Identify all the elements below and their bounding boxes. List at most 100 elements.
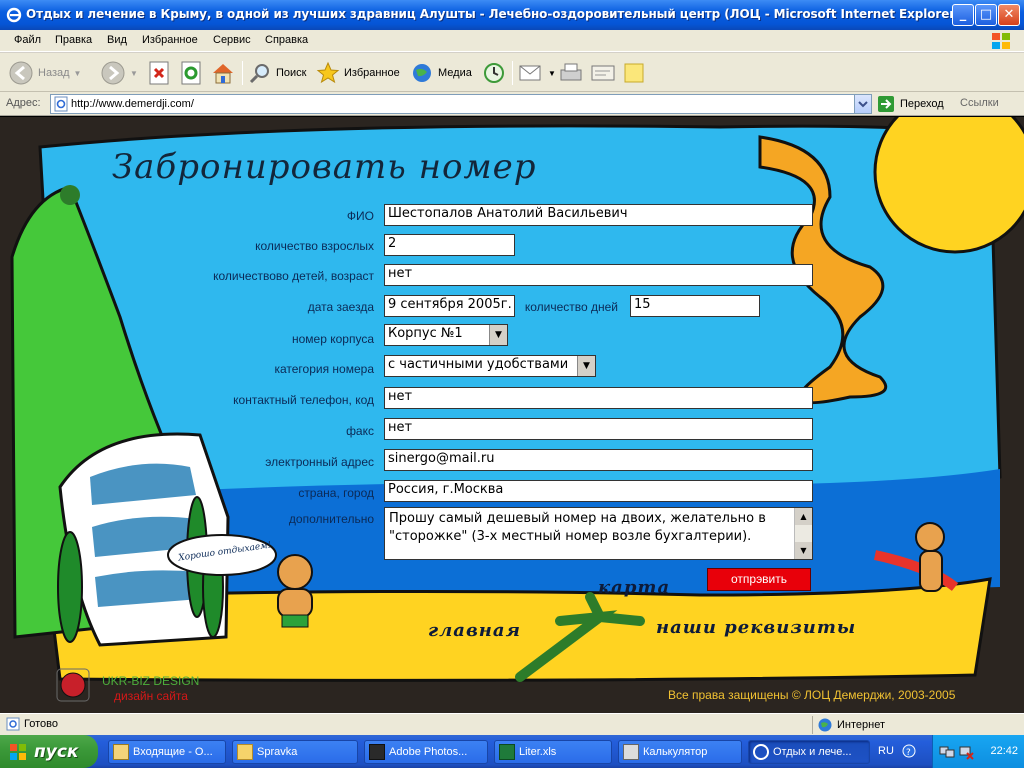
internet-globe-icon [818,718,832,732]
submit-button[interactable]: отпрэвить [707,568,811,591]
scroll-down-icon[interactable]: ▼ [795,542,812,559]
task-inbox[interactable]: Входящие - О... [108,740,226,764]
extra-label: дополнительно [288,512,374,526]
go-arrow-icon [878,96,894,112]
task-excel[interactable]: Liter.xls [494,740,612,764]
favorites-label: Избранное [344,67,400,79]
back-dropdown-icon[interactable]: ▼ [74,69,82,78]
fax-input[interactable]: нет [384,418,813,440]
mail-icon [519,65,541,81]
scroll-up-icon[interactable]: ▲ [795,508,812,525]
window-title-bar[interactable]: Отдых и лечение в Крыму, в одной из лучш… [0,0,1024,30]
designer-subtitle[interactable]: дизайн сайта [114,689,188,703]
nav-link-home[interactable]: главная [428,620,521,641]
status-text: Готово [24,718,58,730]
task-internet-explorer[interactable]: Отдых и лече... [748,740,870,764]
clock[interactable]: 22:42 [990,745,1018,757]
folder-icon [237,744,253,760]
network-icon[interactable] [939,744,955,760]
network-disconnected-icon[interactable] [959,744,975,760]
mail-dropdown-icon[interactable]: ▼ [548,69,556,78]
task-label: Входящие - О... [133,746,213,758]
arrival-date-input[interactable]: 9 сентября 2005г. [384,295,515,317]
mail-button[interactable]: ▼ [518,59,556,87]
menu-bar: Файл Правка Вид Избранное Сервис Справка [0,30,1024,52]
star-icon [316,61,340,84]
email-input[interactable]: sinergo@mail.ru [384,449,813,471]
menu-help[interactable]: Справка [265,34,308,46]
excel-icon [499,744,515,760]
task-label: Отдых и лече... [773,746,852,758]
close-button[interactable]: ✕ [998,4,1020,26]
windows-logo-icon [992,33,1010,49]
city-input[interactable]: Россия, г.Москва [384,480,813,502]
search-icon [249,64,269,84]
toolbar: Назад ▼ ▼ Поиск Избранное Медиа ▼ [0,52,1024,92]
go-button[interactable]: Переход [878,96,944,112]
language-indicator[interactable]: RU [878,745,894,757]
sticky-note-icon [624,63,644,83]
adults-input[interactable]: 2 [384,234,515,256]
photoshop-icon [369,744,385,760]
history-icon [484,63,504,83]
chevron-down-icon [858,101,868,108]
menu-view[interactable]: Вид [107,34,127,46]
address-input[interactable]: http://www.demerdji.com/ [50,94,872,114]
task-label: Калькулятор [643,746,708,758]
children-input[interactable]: нет [384,264,813,286]
favorites-button[interactable]: Избранное [316,59,400,87]
children-label: количествово детей, возраст [213,269,374,283]
back-button[interactable]: Назад ▼ [8,59,81,87]
search-button[interactable]: Поиск [248,59,306,87]
menu-favorites[interactable]: Избранное [142,34,198,46]
building-select[interactable]: Корпус №1 ▼ [384,324,508,346]
phone-input[interactable]: нет [384,387,813,409]
nav-link-details[interactable]: наши реквизиты [656,617,856,638]
forward-arrow-icon [101,61,125,85]
phone-label: контактный телефон, код [233,393,374,407]
category-label: категория номера [274,362,374,376]
menu-edit[interactable]: Правка [55,34,92,46]
search-label: Поиск [276,67,307,79]
page-title: Забронировать номер [112,147,537,187]
print-button[interactable] [558,59,584,87]
system-tray: 22:42 [932,735,1024,768]
menu-file[interactable]: Файл [14,34,41,46]
stop-button[interactable] [148,59,170,87]
task-spravka[interactable]: Spravka [232,740,358,764]
minimize-button[interactable]: _ [952,4,974,26]
designer-brand[interactable]: UKR-BIZ DESIGN [102,674,199,688]
task-calculator[interactable]: Калькулятор [618,740,742,764]
media-button[interactable]: Медиа [410,59,472,87]
ie-icon [753,744,769,760]
nav-link-map[interactable]: карта [598,577,670,598]
extra-textarea[interactable]: Прошу самый дешевый номер на двоих, жела… [384,507,813,560]
task-photoshop[interactable]: Adobe Photos... [364,740,488,764]
textarea-scrollbar[interactable]: ▲ ▼ [794,508,812,559]
chevron-down-icon[interactable]: ▼ [577,356,595,376]
history-button[interactable] [482,59,506,87]
edit-page-icon [591,65,615,81]
forward-dropdown-icon[interactable]: ▼ [130,69,138,78]
home-button[interactable] [210,59,236,87]
maximize-button[interactable]: □ [975,4,997,26]
days-input[interactable]: 15 [630,295,760,317]
forward-button[interactable]: ▼ [100,59,138,87]
edit-button[interactable] [590,59,616,87]
chevron-down-icon[interactable]: ▼ [489,325,507,345]
start-button[interactable]: пуск [0,735,98,768]
links-label[interactable]: Ссылки [960,97,999,109]
task-label: Adobe Photos... [389,746,468,758]
status-bar: Готово Интернет [0,713,1024,735]
menu-tools[interactable]: Сервис [213,34,251,46]
messenger-button[interactable] [622,59,646,87]
category-select[interactable]: с частичными удобствами ▼ [384,355,596,377]
fio-input[interactable]: Шестопалов Анатолий Васильевич [384,204,813,226]
ie-icon [6,7,22,23]
address-dropdown-button[interactable] [854,95,871,113]
adults-label: количество взрослых [255,239,374,253]
refresh-button[interactable] [180,59,202,87]
outlook-icon [113,744,129,760]
printer-icon [560,63,582,81]
language-help-icon[interactable]: ? [902,744,916,758]
